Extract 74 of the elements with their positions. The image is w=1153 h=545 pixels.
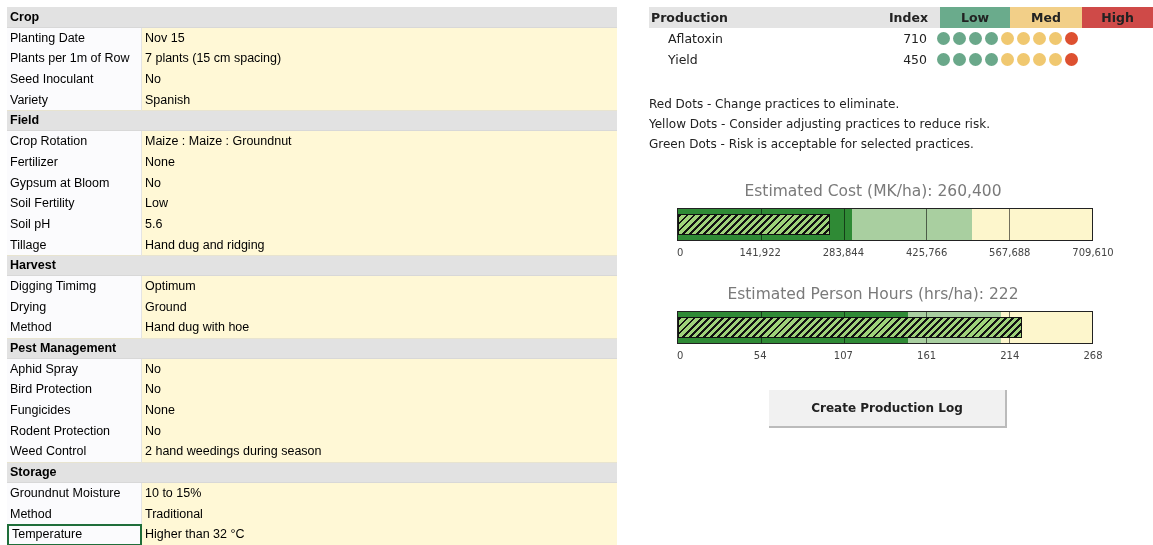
table-cell[interactable]: Tillage xyxy=(7,234,142,257)
index-value: 710 xyxy=(902,31,928,46)
table-cell[interactable]: Spanish xyxy=(142,89,617,112)
table-cell[interactable]: Traditional xyxy=(142,503,617,526)
table-cell[interactable]: Hand dug and ridging xyxy=(142,234,617,257)
section-header: Crop xyxy=(7,7,617,28)
axis-tick-label: 709,610 xyxy=(1072,246,1114,258)
table-cell[interactable]: 7 plants (15 cm spacing) xyxy=(142,48,617,71)
table-cell[interactable]: No xyxy=(142,420,617,443)
table-cell[interactable]: Bird Protection xyxy=(7,379,142,402)
column-header: Index xyxy=(887,9,929,27)
create-log-button[interactable]: Create Production Log xyxy=(769,389,1007,428)
section-header: Storage xyxy=(7,462,617,483)
table-cell[interactable]: None xyxy=(142,151,617,174)
table-cell[interactable]: Soil pH xyxy=(7,213,142,236)
table-cell[interactable]: Method xyxy=(7,317,142,339)
table-cell[interactable]: Gypsum at Bloom xyxy=(7,172,142,195)
axis-tick-label: 214 xyxy=(1000,349,1020,361)
table-cell[interactable]: Fertilizer xyxy=(7,151,142,174)
axis-tick-label: 161 xyxy=(917,349,937,361)
table-cell[interactable]: Rodent Protection xyxy=(7,420,142,443)
section-header: Pest Management xyxy=(7,338,617,359)
factor-name: Yield xyxy=(667,52,699,67)
risk-level-header: High xyxy=(1082,7,1153,28)
table-cell[interactable]: Higher than 32 °C xyxy=(142,524,617,545)
chart-title: Estimated Person Hours (hrs/ha): 222 xyxy=(727,284,1019,303)
table-cell[interactable]: Plants per 1m of Row xyxy=(7,48,142,71)
table-cell[interactable]: No xyxy=(142,69,617,91)
risk-level-header: Low xyxy=(940,7,1010,28)
axis-tick-label: 425,766 xyxy=(905,246,948,258)
chart-title: Estimated Cost (MK/ha): 260,400 xyxy=(744,181,1002,200)
column-header: Production xyxy=(650,9,729,27)
table-cell[interactable]: No xyxy=(142,358,617,381)
table-cell[interactable]: Maize : Maize : Groundnut xyxy=(142,131,617,153)
axis-tick-label: 0 xyxy=(677,246,684,258)
table-cell[interactable]: Soil Fertility xyxy=(7,193,142,215)
factor-name: Aflatoxin xyxy=(667,31,725,46)
table-cell[interactable]: Crop Rotation xyxy=(7,131,142,153)
risk-level-header: Med xyxy=(1010,7,1082,28)
table-cell[interactable]: Ground xyxy=(142,296,617,319)
table-cell[interactable]: 2 hand weedings during season xyxy=(142,441,617,464)
table-cell[interactable]: None xyxy=(142,400,617,422)
axis-tick-label: 54 xyxy=(753,349,767,361)
section-header: Harvest xyxy=(7,255,617,276)
table-cell[interactable]: No xyxy=(142,379,617,402)
index-value: 450 xyxy=(902,52,928,67)
table-cell[interactable]: Hand dug with hoe xyxy=(142,317,617,339)
table-cell[interactable]: Weed Control xyxy=(7,441,142,464)
legend-text: Yellow Dots - Consider adjusting practices to reduce risk. xyxy=(649,116,991,133)
legend-text: Green Dots - Risk is acceptable for selected practices. xyxy=(649,136,975,153)
table-cell[interactable]: Fungicides xyxy=(7,400,142,422)
axis-tick-label: 268 xyxy=(1083,349,1103,361)
axis-tick-label: 107 xyxy=(833,349,853,361)
table-cell[interactable]: No xyxy=(142,172,617,195)
table-cell[interactable]: Temperature xyxy=(7,524,142,545)
table-cell[interactable]: 5.6 xyxy=(142,213,617,236)
table-cell[interactable]: Method xyxy=(7,503,142,526)
section-header: Field xyxy=(7,110,617,132)
axis-tick-label: 567,688 xyxy=(989,246,1031,258)
table-cell[interactable]: Drying xyxy=(7,296,142,319)
table-cell[interactable]: Seed Inoculant xyxy=(7,69,142,91)
table-cell[interactable]: Planting Date xyxy=(7,27,142,50)
axis-tick-label: 0 xyxy=(677,349,684,361)
table-cell[interactable]: Aphid Spray xyxy=(7,358,142,381)
table-cell[interactable]: Variety xyxy=(7,89,142,112)
table-cell[interactable]: 10 to 15% xyxy=(142,482,617,505)
legend-text: Red Dots - Change practices to eliminate. xyxy=(649,96,901,113)
table-cell[interactable]: Nov 15 xyxy=(142,27,617,50)
table-cell[interactable]: Low xyxy=(142,193,617,215)
table-cell[interactable]: Optimum xyxy=(142,275,617,298)
axis-tick-label: 283,844 xyxy=(822,246,865,258)
table-cell[interactable]: Digging Timimg xyxy=(7,275,142,298)
axis-tick-label: 141,922 xyxy=(739,246,781,258)
table-cell[interactable]: Groundnut Moisture xyxy=(7,482,142,505)
